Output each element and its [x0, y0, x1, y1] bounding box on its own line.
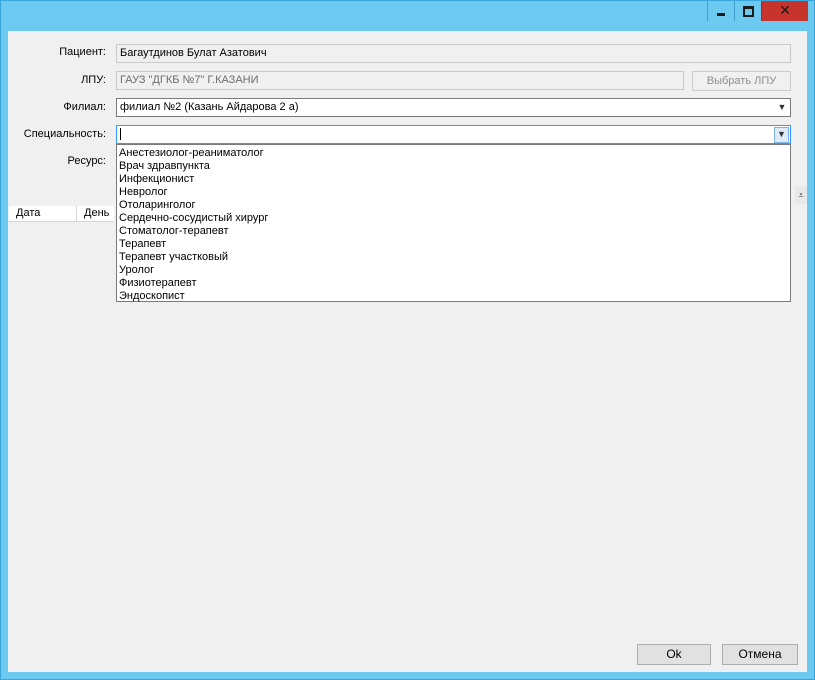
choose-lpu-button[interactable]: Выбрать ЛПУ: [692, 71, 791, 91]
lpu-label: ЛПУ:: [81, 74, 106, 86]
dialog-window: ✕ Пациент: Багаутдинов Булат Азатович ЛП…: [0, 0, 815, 680]
grid-header: Дата День: [9, 206, 114, 222]
chevron-down-icon[interactable]: ▼: [776, 101, 788, 114]
list-item[interactable]: Врач здравпункта: [117, 160, 790, 173]
list-item[interactable]: Инфекционист: [117, 173, 790, 186]
maximize-button[interactable]: [734, 1, 761, 21]
list-item[interactable]: Отоларинголог: [117, 199, 790, 212]
grid-column-day[interactable]: День: [77, 206, 114, 221]
list-item[interactable]: Сердечно-сосудистый хирург: [117, 212, 790, 225]
minimize-icon: [717, 12, 725, 16]
text-caret: [120, 128, 121, 141]
lpu-field[interactable]: ГАУЗ "ДГКБ №7" Г.КАЗАНИ: [116, 71, 684, 90]
chevron-down-icon[interactable]: ⩡: [795, 186, 807, 204]
dialog-client-area: Пациент: Багаутдинов Булат Азатович ЛПУ:…: [8, 31, 807, 672]
specialty-label: Специальность:: [23, 128, 106, 140]
minimize-button[interactable]: [707, 1, 734, 21]
close-button[interactable]: ✕: [761, 1, 808, 21]
branch-label: Филиал:: [63, 101, 106, 113]
list-item[interactable]: Эндоскопист: [117, 290, 790, 303]
title-bar[interactable]: ✕: [1, 1, 814, 31]
list-item[interactable]: Терапевт участковый: [117, 251, 790, 264]
list-item[interactable]: Анестезиолог-реаниматолог: [117, 147, 790, 160]
list-item[interactable]: Терапевт: [117, 238, 790, 251]
patient-field[interactable]: Багаутдинов Булат Азатович: [116, 44, 791, 63]
patient-label: Пациент:: [59, 46, 106, 58]
list-item[interactable]: Физиотерапевт: [117, 277, 790, 290]
specialty-dropdown-list: Анестезиолог-реаниматолог Врач здравпунк…: [116, 144, 791, 302]
chevron-down-icon[interactable]: ▼: [774, 127, 789, 143]
branch-select[interactable]: филиал №2 (Казань Айдарова 2 а) ▼: [116, 98, 791, 117]
list-item[interactable]: Стоматолог-терапевт: [117, 225, 790, 238]
list-item[interactable]: Невролог: [117, 186, 790, 199]
ok-button[interactable]: Ok: [637, 644, 711, 665]
resource-label: Ресурс:: [67, 155, 106, 167]
branch-value: филиал №2 (Казань Айдарова 2 а): [120, 101, 299, 113]
grid-column-date[interactable]: Дата: [9, 206, 77, 221]
list-item[interactable]: Уролог: [117, 264, 790, 277]
close-icon: ✕: [779, 3, 791, 19]
cancel-button[interactable]: Отмена: [722, 644, 798, 665]
window-controls: ✕: [707, 1, 808, 21]
specialty-select[interactable]: ▼: [116, 125, 791, 144]
maximize-icon: [742, 5, 754, 17]
